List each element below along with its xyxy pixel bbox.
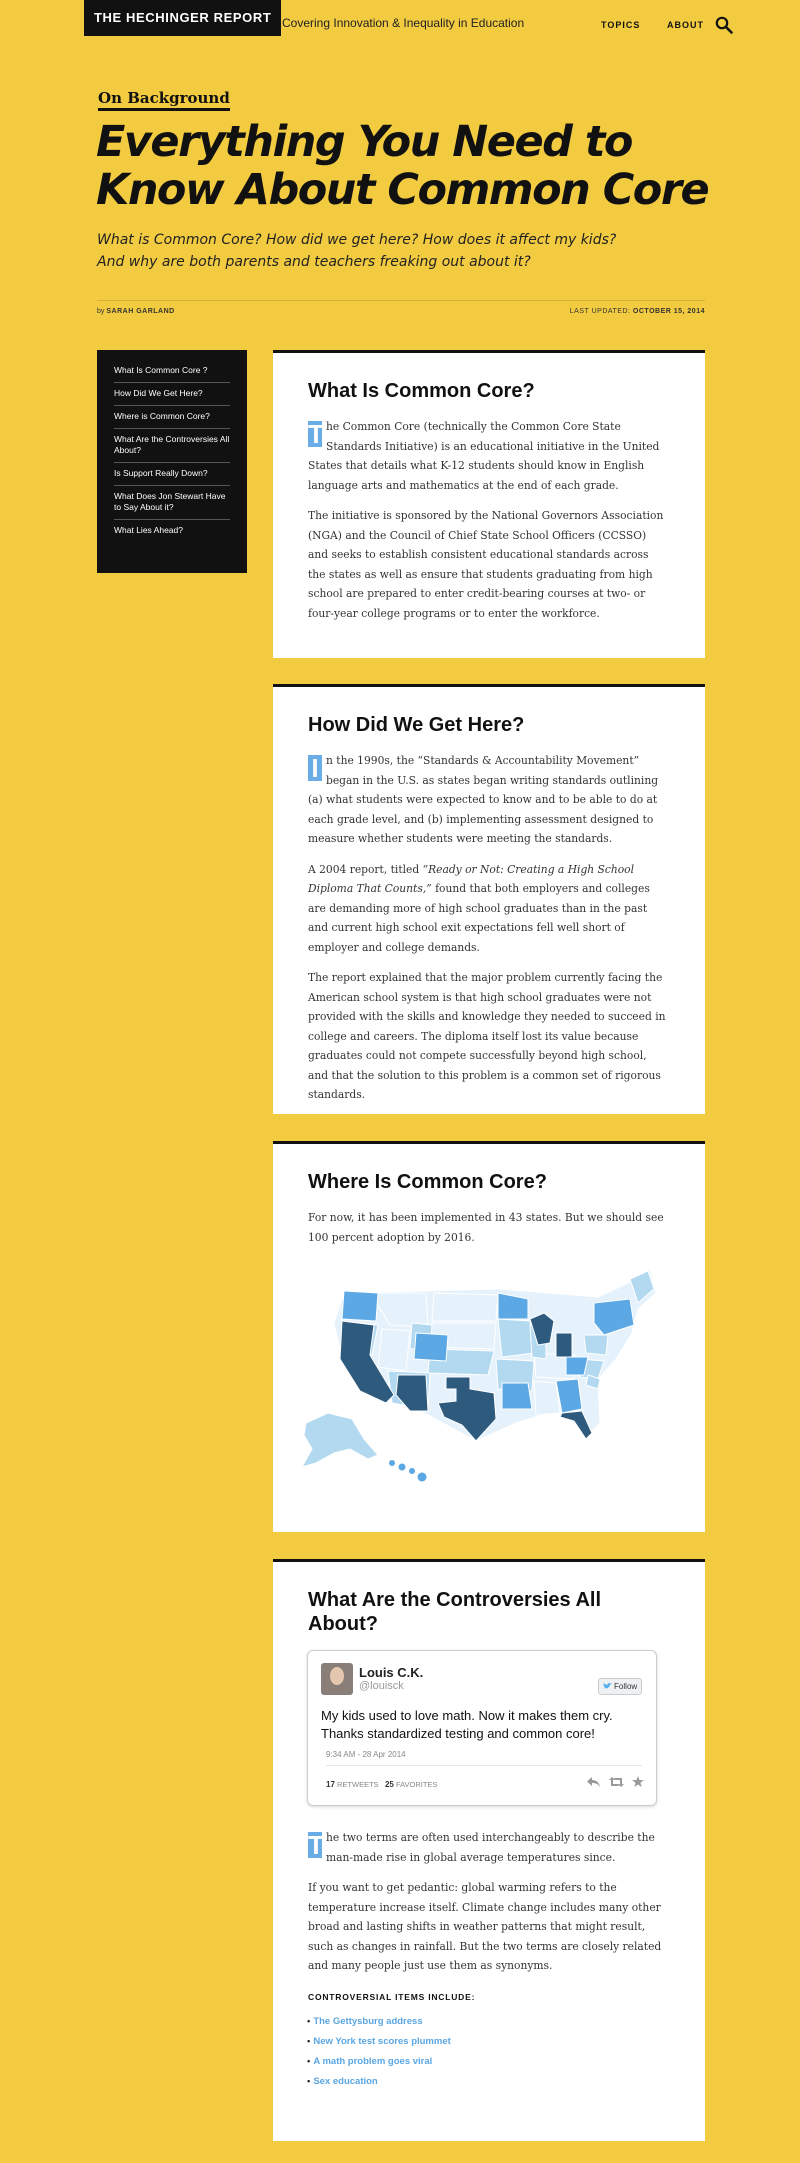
section-how-did-we-get-here: How Did We Get Here? In the 1990s, the “… — [273, 684, 705, 1114]
nav-topics-link[interactable]: TOPICS — [601, 20, 640, 30]
twitter-bird-icon — [602, 1683, 612, 1689]
drop-cap: T — [308, 1830, 324, 1860]
nav-about-link[interactable]: ABOUT — [667, 20, 704, 30]
site-tagline: Covering Innovation & Inequality in Educ… — [282, 16, 525, 30]
site-logo[interactable]: THE HECHINGER REPORT — [84, 0, 282, 36]
toc-item-what-lies-ahead[interactable]: What Lies Ahead? — [114, 520, 230, 542]
drop-cap: T — [308, 419, 324, 449]
section-paragraph: For now, it has been implemented in 43 s… — [308, 1211, 664, 1244]
section-paragraph: The two terms are often used interchange… — [308, 1830, 655, 1864]
section-title: How Did We Get Here? — [308, 714, 525, 736]
section-title: What Are the Controversies All About? — [308, 1589, 602, 1635]
controversial-items-heading: CONTROVERSIAL ITEMS INCLUDE: — [308, 1991, 476, 2002]
tweet-timestamp[interactable]: 9:34 AM - 28 Apr 2014 — [326, 1750, 406, 1759]
embedded-tweet[interactable]: Louis C.K. @louisck Follow My kids used … — [307, 1650, 657, 1806]
tweet-avatar[interactable] — [321, 1663, 353, 1695]
tweet-author-name[interactable]: Louis C.K. — [359, 1665, 423, 1680]
tweet-divider — [326, 1765, 642, 1766]
toc-item-what-is-common-core[interactable]: What Is Common Core ? — [114, 360, 230, 383]
byline: by SARAH GARLAND — [97, 308, 175, 315]
toc-item-controversies[interactable]: What Are the Controversies All About? — [114, 429, 230, 463]
retweet-icon[interactable] — [608, 1774, 624, 1792]
updated-label: LAST UPDATED: — [569, 308, 631, 315]
last-updated: LAST UPDATED: OCTOBER 15, 2014 — [570, 308, 705, 315]
list-item: • The Gettysburg address — [307, 2015, 423, 2027]
list-item: • A math problem goes viral — [307, 2055, 433, 2067]
article-title: Everything You Need to Know About Common… — [96, 117, 710, 215]
section-paragraph: If you want to get pedantic: global warm… — [308, 1881, 662, 1972]
list-item: • Sex education — [307, 2075, 378, 2087]
byline-divider — [97, 300, 705, 301]
favorite-count: 25 — [384, 1780, 394, 1789]
drop-cap: I — [308, 755, 322, 781]
controversy-link-gettysburg[interactable]: The Gettysburg address — [313, 2016, 422, 2027]
table-of-contents: What Is Common Core ? How Did We Get Her… — [97, 350, 247, 573]
byline-prefix: by — [97, 308, 105, 315]
controversy-link-ny-scores[interactable]: New York test scores plummet — [313, 2036, 450, 2047]
toc-item-jon-stewart[interactable]: What Does Jon Stewart Have to Say About … — [114, 486, 230, 520]
site-header: THE HECHINGER REPORT Covering Innovation… — [0, 0, 800, 38]
section-paragraph: In the 1990s, the “Standards & Accountab… — [308, 753, 659, 845]
list-item: • New York test scores plummet — [307, 2035, 451, 2047]
section-where-is-common-core: Where Is Common Core? For now, it has be… — [273, 1141, 705, 1532]
toc-item-how-did-we-get-here[interactable]: How Did We Get Here? — [114, 383, 230, 406]
tweet-stats: 17 RETWEETS 25 FAVORITES — [326, 1780, 437, 1789]
retweet-label: RETWEETS — [337, 1780, 379, 1789]
controversy-link-sex-education[interactable]: Sex education — [313, 2076, 377, 2087]
section-paragraph: A 2004 report, titled “Ready or Not: Cre… — [308, 862, 650, 954]
section-paragraph: The initiative is sponsored by the Natio… — [308, 509, 664, 620]
controversy-link-math-problem[interactable]: A math problem goes viral — [313, 2056, 432, 2067]
retweet-count: 17 — [326, 1780, 335, 1789]
reply-icon[interactable] — [587, 1774, 601, 1792]
follow-button[interactable]: Follow — [598, 1678, 642, 1695]
toc-item-where-is-common-core[interactable]: Where is Common Core? — [114, 406, 230, 429]
section-controversies: What Are the Controversies All About? Lo… — [273, 1559, 705, 2141]
article-kicker[interactable]: On Background — [98, 89, 230, 111]
section-title: Where Is Common Core? — [308, 1171, 547, 1193]
author-name[interactable]: SARAH GARLAND — [106, 308, 174, 315]
tweet-author-handle[interactable]: @louisck — [359, 1680, 404, 1692]
article-dek: What is Common Core? How did we get here… — [97, 232, 617, 270]
updated-date: OCTOBER 15, 2014 — [632, 308, 705, 315]
section-title: What Is Common Core? — [308, 380, 535, 402]
section-paragraph: The report explained that the major prob… — [308, 971, 666, 1101]
us-adoption-map — [300, 1268, 657, 1482]
search-icon[interactable] — [715, 16, 733, 34]
favorite-label: FAVORITES — [395, 1780, 438, 1789]
section-paragraph: The Common Core (technically the Common … — [308, 419, 660, 492]
toc-item-support-down[interactable]: Is Support Really Down? — [114, 463, 230, 486]
tweet-actions — [583, 1774, 644, 1792]
tweet-text: My kids used to love math. Now it makes … — [321, 1708, 613, 1741]
section-what-is-common-core: What Is Common Core? The Common Core (te… — [273, 350, 705, 658]
favorite-star-icon[interactable] — [632, 1774, 644, 1792]
